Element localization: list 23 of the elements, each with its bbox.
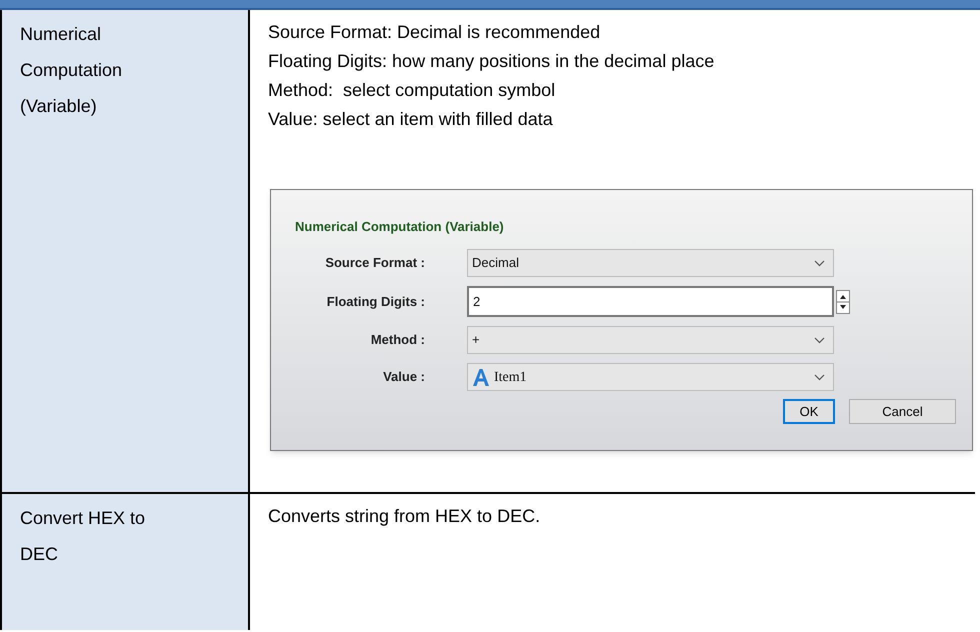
field-label: Source Format : bbox=[325, 255, 425, 270]
dialog-button[interactable]: Cancel bbox=[849, 399, 956, 424]
description-line: Value: select an item with filled data bbox=[268, 108, 554, 131]
field-label: Floating Digits : bbox=[326, 294, 425, 308]
field-label: Method : bbox=[370, 332, 425, 347]
dropdown[interactable]: Item1 bbox=[467, 363, 834, 391]
dialog-title: Numerical Computation (Variable) bbox=[295, 218, 504, 236]
spin-buttons[interactable] bbox=[836, 290, 850, 314]
description-line: Converts string from HEX to DEC. bbox=[268, 505, 542, 528]
number-field[interactable]: 2 bbox=[467, 286, 834, 317]
description-line: Method: select computation symbol bbox=[268, 79, 556, 102]
row-title: Convert HEX to DEC bbox=[20, 507, 146, 566]
dialog-button[interactable]: OK bbox=[783, 399, 835, 424]
row-title: Numerical Computation (Variable) bbox=[20, 23, 124, 118]
dropdown[interactable]: + bbox=[467, 326, 834, 354]
description-line: Source Format: Decimal is recommended bbox=[268, 21, 602, 44]
letter-a-icon bbox=[472, 368, 490, 386]
chevron-down-icon bbox=[814, 260, 825, 266]
chevron-down-icon bbox=[814, 336, 825, 344]
description-line: Floating Digits: how many positions in the decimal place bbox=[268, 50, 716, 73]
dropdown[interactable]: Decimal bbox=[467, 249, 834, 277]
chevron-down-icon bbox=[814, 374, 825, 380]
field-label: Value : bbox=[383, 369, 425, 384]
